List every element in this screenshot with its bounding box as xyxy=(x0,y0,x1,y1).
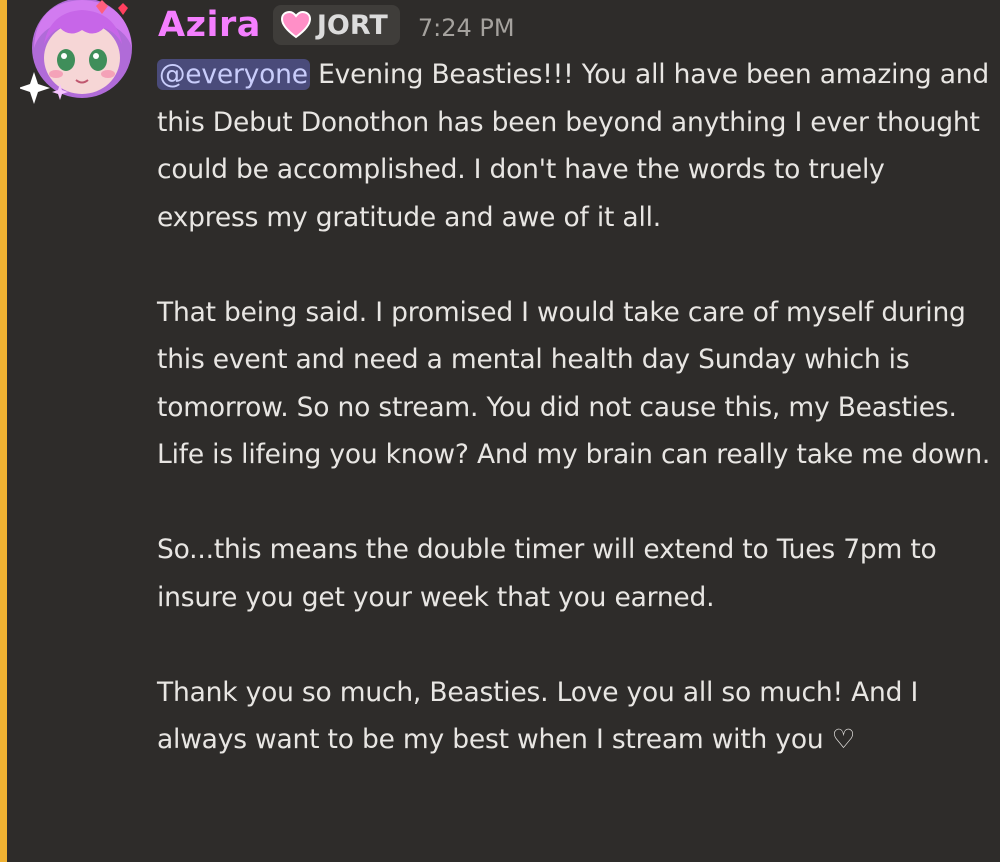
user-avatar[interactable] xyxy=(18,0,138,104)
message-paragraph: @everyone Evening Beasties!!! You all ha… xyxy=(157,51,992,241)
message-paragraph: That being said. I promised I would take… xyxy=(157,296,991,471)
server-tag-label: JORT xyxy=(316,9,388,41)
message-header: Azira JORT 7:24 PM xyxy=(158,3,515,47)
author-name[interactable]: Azira xyxy=(158,5,261,45)
everyone-mention[interactable]: @everyone xyxy=(157,59,310,90)
message-timestamp[interactable]: 7:24 PM xyxy=(418,8,515,42)
message-paragraph: So...this means the double timer will ex… xyxy=(157,534,937,613)
pink-heart-icon xyxy=(280,10,311,39)
mention-highlight-bar xyxy=(0,0,7,862)
message-content: @everyone Evening Beasties!!! You all ha… xyxy=(157,51,992,764)
chat-message: Azira JORT 7:24 PM @everyone Evening Bea… xyxy=(0,0,1000,862)
message-paragraph: Thank you so much, Beasties. Love you al… xyxy=(157,676,919,756)
server-tag[interactable]: JORT xyxy=(272,5,400,45)
